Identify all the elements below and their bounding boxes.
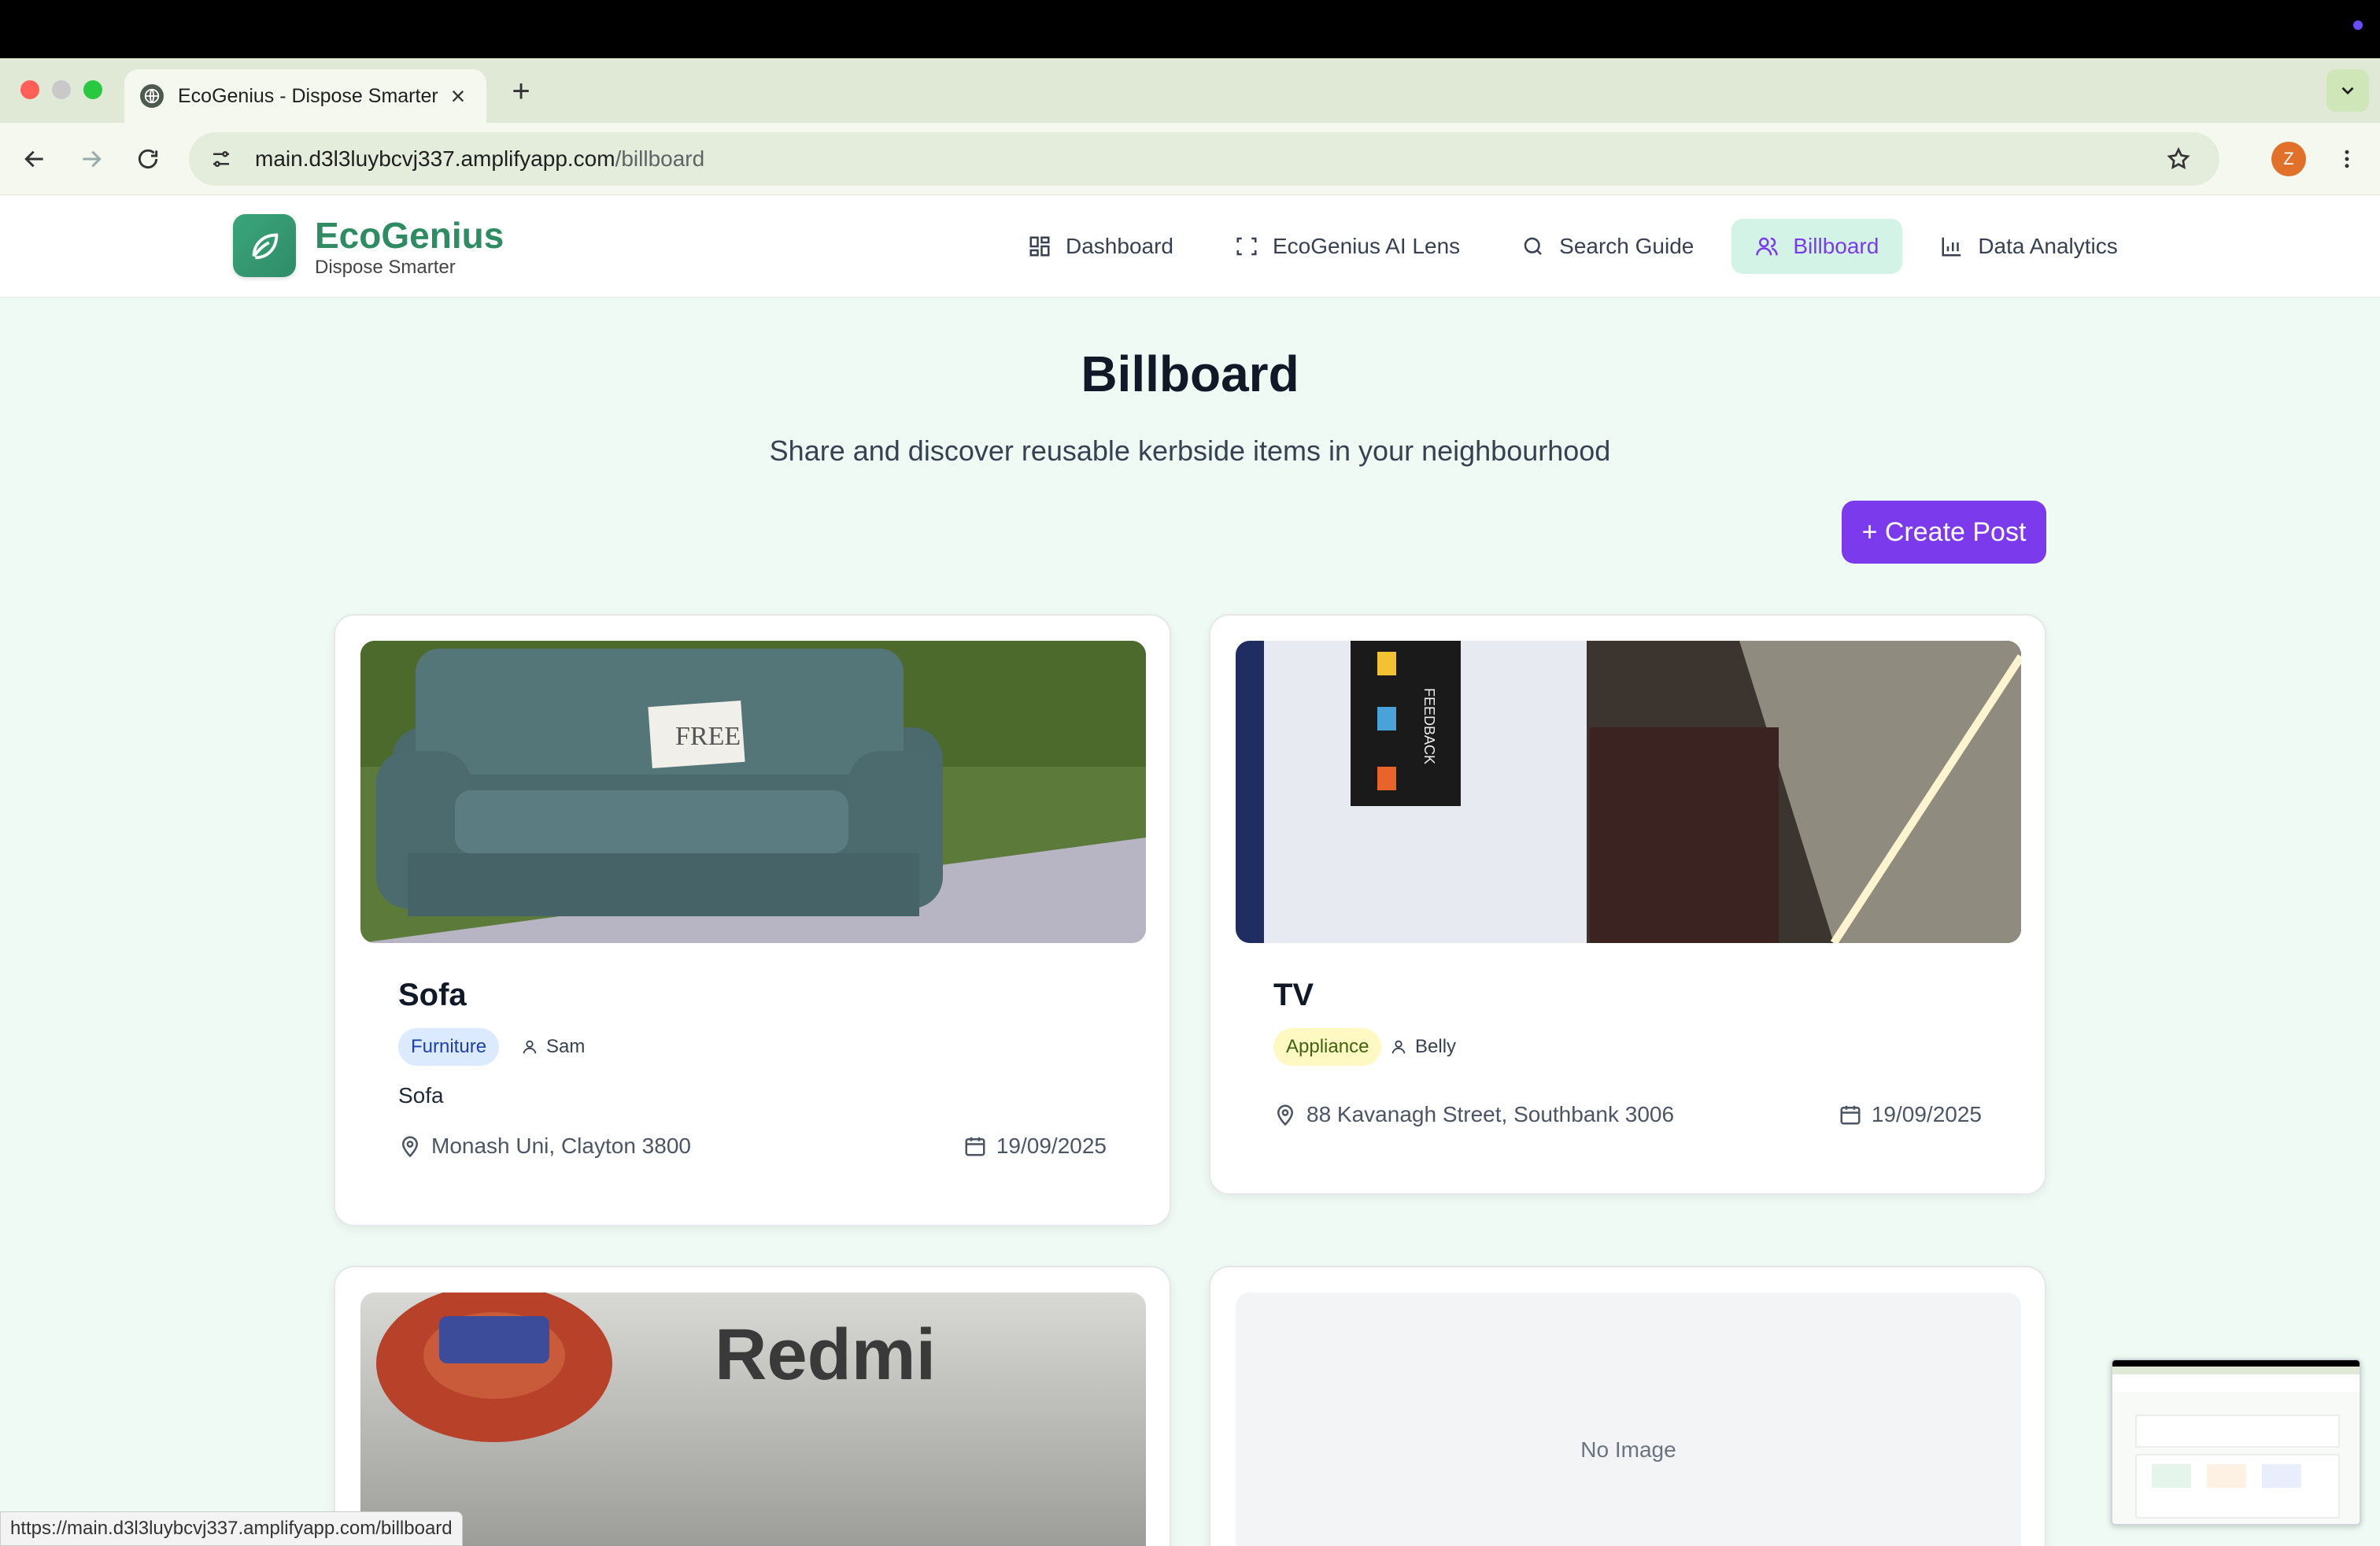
location-text: Monash Uni, Clayton 3800 xyxy=(431,1134,691,1158)
date-text: 19/09/2025 xyxy=(1871,1102,1982,1126)
browser-menu-button[interactable] xyxy=(2328,140,2366,178)
nav-label: Search Guide xyxy=(1559,234,1694,258)
owner-name: Sam xyxy=(546,1036,586,1057)
nav-label: Data Analytics xyxy=(1978,234,2118,258)
url-path: /billboard xyxy=(615,146,705,171)
user-icon xyxy=(1391,1040,1406,1054)
status-bar-url: https://main.d3l3luybcvj337.amplifyapp.c… xyxy=(0,1511,463,1546)
url-text: main.d3l3luybcvj337.amplifyapp.com/billb… xyxy=(255,146,704,172)
address-bar[interactable]: main.d3l3luybcvj337.amplifyapp.com/billb… xyxy=(189,132,2219,186)
leaf-logo-icon[interactable] xyxy=(233,214,296,277)
category-badge: Furniture xyxy=(398,1028,500,1066)
new-tab-button[interactable]: + xyxy=(504,74,538,109)
site-settings-icon[interactable] xyxy=(209,147,233,171)
search-icon xyxy=(1524,237,1543,255)
close-tab-icon[interactable]: × xyxy=(445,83,471,109)
nav-search-guide[interactable]: Search Guide xyxy=(1498,219,1717,274)
nav-dashboard[interactable]: Dashboard xyxy=(1004,219,1197,274)
maximize-window-button[interactable] xyxy=(83,80,102,99)
os-menu-bar xyxy=(0,0,2380,58)
users-icon xyxy=(1756,237,1779,256)
location-text: 88 Kavanagh Street, Southbank 3006 xyxy=(1306,1102,1675,1126)
reload-icon xyxy=(138,149,158,168)
no-image-placeholder: No Image xyxy=(1236,1293,2021,1546)
map-pin-icon xyxy=(1277,1104,1294,1126)
minimize-window-button[interactable] xyxy=(52,80,71,99)
nav-ai-lens[interactable]: EcoGenius AI Lens xyxy=(1211,219,1484,274)
nav-label: EcoGenius AI Lens xyxy=(1272,234,1461,258)
globe-icon xyxy=(140,84,164,108)
feedback-text: FEEDBACK xyxy=(1421,688,1437,764)
browser-tab-strip: EcoGenius - Dispose Smarter × + xyxy=(0,58,2380,123)
nav-data-analytics[interactable]: Data Analytics xyxy=(1916,219,2141,274)
post-card-no-image[interactable]: No Image xyxy=(1209,1266,2046,1546)
post-card-sofa[interactable]: FREE Sofa Furniture Sam Sofa Monash Uni,… xyxy=(334,614,1171,1226)
create-post-button[interactable]: + Create Post xyxy=(1842,501,2046,564)
post-date: 19/09/2025 xyxy=(963,1130,1107,1162)
post-description: Sofa xyxy=(398,1083,444,1108)
post-card-redmi[interactable]: Redmi xyxy=(334,1266,1171,1546)
reload-button[interactable] xyxy=(129,140,167,178)
redmi-image: Redmi xyxy=(360,1293,1146,1546)
tv-photo: FEEDBACK xyxy=(1236,641,2021,943)
bookmark-star-icon[interactable] xyxy=(2166,146,2191,172)
close-window-button[interactable] xyxy=(20,80,39,99)
status-dot-icon xyxy=(2353,20,2363,30)
post-owner: Sam xyxy=(521,1028,585,1066)
browser-tab[interactable]: EcoGenius - Dispose Smarter × xyxy=(124,69,486,123)
back-button[interactable] xyxy=(16,140,54,178)
main-nav: Dashboard EcoGenius AI Lens Search Guide… xyxy=(1004,219,2142,274)
calendar-icon xyxy=(965,1137,985,1156)
tab-search-button[interactable] xyxy=(2326,69,2369,112)
tv-image: FEEDBACK xyxy=(1236,641,2021,943)
calendar-icon xyxy=(1840,1105,1861,1125)
nav-label: Billboard xyxy=(1793,234,1879,258)
bar-chart-icon xyxy=(1942,237,1961,257)
post-date: 19/09/2025 xyxy=(1839,1099,1982,1130)
chevron-down-icon xyxy=(2341,87,2354,95)
more-vertical-icon xyxy=(2345,150,2349,168)
forward-button[interactable] xyxy=(72,140,110,178)
redmi-text: Redmi xyxy=(715,1315,936,1395)
page-title: Billboard xyxy=(1081,346,1299,402)
scan-icon xyxy=(1236,237,1257,256)
date-text: 19/09/2025 xyxy=(996,1134,1107,1158)
sofa-photo: FREE xyxy=(360,641,1146,943)
tab-title: EcoGenius - Dispose Smarter xyxy=(178,84,438,107)
browser-toolbar: main.d3l3luybcvj337.amplifyapp.com/billb… xyxy=(0,123,2380,195)
no-image-label: No Image xyxy=(1580,1437,1676,1462)
post-location: Monash Uni, Clayton 3800 xyxy=(398,1130,691,1162)
page-subtitle: Share and discover reusable kerbside ite… xyxy=(769,435,1611,467)
post-owner: Belly xyxy=(1390,1028,1456,1066)
owner-name: Belly xyxy=(1415,1036,1457,1057)
profile-avatar[interactable]: Z xyxy=(2271,142,2306,176)
user-icon xyxy=(523,1040,537,1054)
brand-name[interactable]: EcoGenius xyxy=(315,214,504,257)
brand-tagline: Dispose Smarter xyxy=(315,257,456,278)
category-badge: Appliance xyxy=(1273,1028,1382,1066)
thumbnail-preview xyxy=(2112,1360,2360,1524)
post-title: TV xyxy=(1273,978,1314,1012)
redmi-photo: Redmi xyxy=(360,1293,1146,1546)
url-host: main.d3l3luybcvj337.amplifyapp.com xyxy=(255,146,615,171)
free-sign-text: FREE xyxy=(675,722,741,751)
site-header: EcoGenius Dispose Smarter Dashboard EcoG… xyxy=(0,195,2380,298)
nav-label: Dashboard xyxy=(1066,234,1173,258)
map-pin-icon xyxy=(401,1136,419,1158)
post-location: 88 Kavanagh Street, Southbank 3006 xyxy=(1273,1099,1674,1130)
nav-billboard[interactable]: Billboard xyxy=(1731,219,1903,274)
screenshot-thumbnail[interactable] xyxy=(2111,1359,2361,1526)
post-card-tv[interactable]: FEEDBACK TV Appliance Belly 88 Kavanagh … xyxy=(1209,614,2046,1195)
page-content: EcoGenius Dispose Smarter Dashboard EcoG… xyxy=(0,195,2380,1546)
post-title: Sofa xyxy=(398,978,467,1012)
sofa-image: FREE xyxy=(360,641,1146,943)
arrow-left-icon xyxy=(24,150,43,168)
arrow-right-icon xyxy=(83,150,102,168)
grid-icon xyxy=(1029,236,1050,257)
